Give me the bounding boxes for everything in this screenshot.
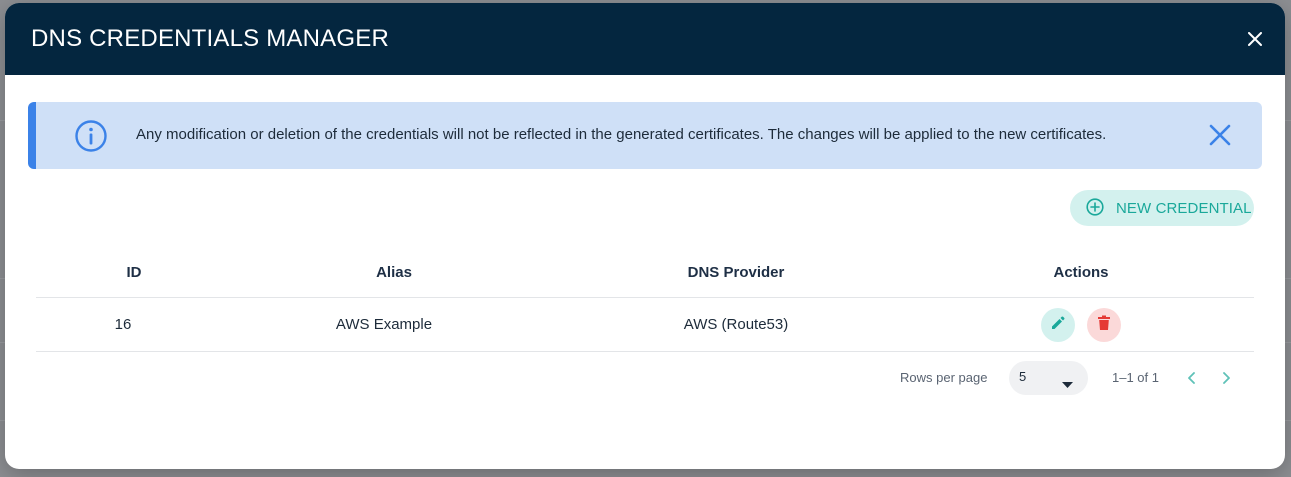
credentials-table: ID Alias DNS Provider Actions 16 AWS Exa… <box>36 247 1254 352</box>
alert-message: Any modification or deletion of the cred… <box>136 126 1107 143</box>
column-header-id: ID <box>126 263 142 281</box>
info-icon <box>74 119 108 153</box>
close-icon[interactable] <box>1208 123 1232 147</box>
table-row: 16 AWS Example AWS (Route53) <box>36 298 1254 352</box>
dialog-title: DNS CREDENTIALS MANAGER <box>31 25 389 52</box>
rows-per-page-value: 5 <box>1019 369 1027 384</box>
chevron-right-icon[interactable] <box>1215 367 1237 389</box>
dialog-header: DNS CREDENTIALS MANAGER <box>5 3 1285 75</box>
page-range: 1–1 of 1 <box>1112 370 1159 385</box>
table-header-row: ID Alias DNS Provider Actions <box>36 247 1254 298</box>
cell-id: 16 <box>114 316 132 333</box>
cell-dns-provider: AWS (Route53) <box>683 316 789 333</box>
new-credential-label: NEW CREDENTIAL <box>1116 199 1252 217</box>
edit-button[interactable] <box>1041 307 1075 342</box>
table-pagination: Rows per page 5 1–1 of 1 <box>5 361 1285 397</box>
chevron-left-icon[interactable] <box>1181 367 1203 389</box>
rows-per-page-select[interactable]: 5 <box>1009 361 1088 395</box>
delete-button[interactable] <box>1087 307 1121 342</box>
trash-icon <box>1097 315 1111 334</box>
caret-down-icon <box>1062 375 1073 393</box>
column-header-actions: Actions <box>1053 263 1109 281</box>
cell-alias: AWS Example <box>335 316 433 333</box>
column-header-dns-provider: DNS Provider <box>687 263 785 281</box>
pencil-icon <box>1050 315 1066 334</box>
cell-actions <box>1041 298 1121 351</box>
info-alert: Any modification or deletion of the cred… <box>28 102 1262 169</box>
new-credential-button[interactable]: NEW CREDENTIAL <box>1070 190 1254 226</box>
rows-per-page-label: Rows per page <box>900 370 988 385</box>
plus-circle-icon <box>1086 197 1104 219</box>
dns-credentials-dialog: DNS CREDENTIALS MANAGER Any modification… <box>5 3 1285 469</box>
column-header-alias: Alias <box>376 263 412 281</box>
close-icon[interactable] <box>1243 27 1267 51</box>
